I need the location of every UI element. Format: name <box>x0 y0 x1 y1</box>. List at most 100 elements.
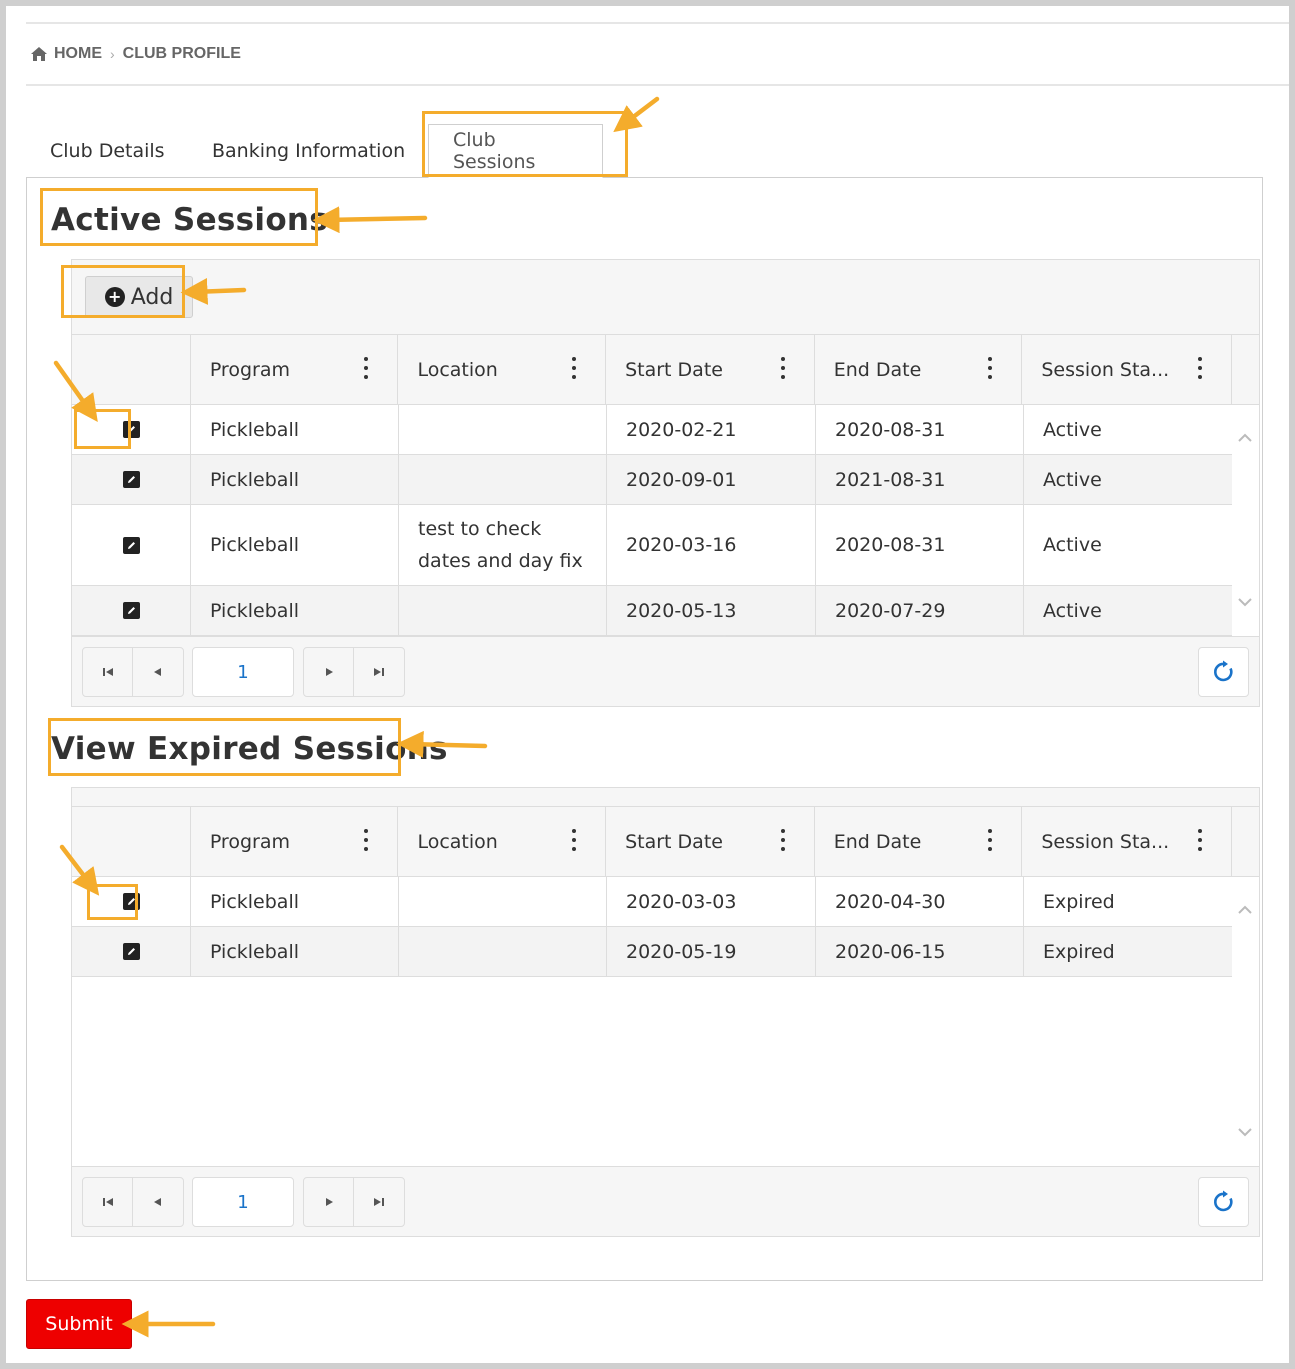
first-page-icon <box>102 1198 113 1206</box>
next-page-button[interactable] <box>304 648 354 696</box>
add-session-button[interactable]: + Add <box>85 276 193 318</box>
kebab-icon[interactable] <box>780 357 786 379</box>
header-program[interactable]: Program <box>191 335 399 404</box>
pager: 1 <box>72 636 1259 706</box>
kebab-icon[interactable] <box>571 357 577 379</box>
cell-start-date: 2020-03-16 <box>607 505 816 585</box>
kebab-icon[interactable] <box>987 829 993 851</box>
tab-banking-information[interactable]: Banking Information <box>188 124 429 178</box>
edit-icon[interactable] <box>122 471 140 488</box>
tab-club-details[interactable]: Club Details <box>26 124 189 178</box>
first-page-button[interactable] <box>83 1178 133 1226</box>
edit-icon[interactable] <box>122 893 140 910</box>
pager-prev-group <box>82 647 184 697</box>
vertical-scrollbar[interactable] <box>1232 877 1259 1166</box>
prev-page-button[interactable] <box>133 1178 183 1226</box>
header-end-date[interactable]: End Date <box>815 335 1023 404</box>
cell-start-date: 2020-05-13 <box>607 586 816 635</box>
grid-toolbar <box>72 788 1259 807</box>
table-row[interactable]: Pickleball 2020-05-13 2020-07-29 Active <box>72 586 1234 636</box>
last-page-icon <box>374 668 384 676</box>
cell-start-date: 2020-03-03 <box>607 877 816 926</box>
refresh-button[interactable] <box>1198 1177 1249 1227</box>
table-row[interactable]: Pickleball 2020-02-21 2020-08-31 Active <box>72 405 1234 455</box>
page-number[interactable]: 1 <box>192 647 294 697</box>
last-page-button[interactable] <box>354 648 404 696</box>
pager-next-group <box>303 1177 405 1227</box>
page: HOME › CLUB PROFILE Club Details Banking… <box>6 6 1289 1363</box>
edit-icon[interactable] <box>122 421 140 438</box>
submit-button[interactable]: Submit <box>26 1299 132 1349</box>
expired-sessions-title: View Expired Sessions <box>51 731 448 767</box>
cell-start-date: 2020-02-21 <box>607 405 816 454</box>
grid-header: Program Location Start Date End Date Ses… <box>72 335 1259 405</box>
cell-program: Pickleball <box>191 505 399 585</box>
cell-end-date: 2020-07-29 <box>816 586 1024 635</box>
next-page-button[interactable] <box>304 1178 354 1226</box>
kebab-icon[interactable] <box>363 357 369 379</box>
vertical-scrollbar[interactable] <box>1232 405 1259 636</box>
chevron-right-icon: › <box>110 46 115 62</box>
scroll-up-icon[interactable] <box>1238 903 1252 917</box>
prev-page-button[interactable] <box>133 648 183 696</box>
kebab-icon[interactable] <box>363 829 369 851</box>
kebab-icon[interactable] <box>987 357 993 379</box>
edit-icon[interactable] <box>122 602 140 619</box>
grid-body: Pickleball 2020-03-03 2020-04-30 Expired… <box>72 877 1259 1166</box>
header-session-status[interactable]: Session Sta... <box>1022 807 1233 876</box>
refresh-icon <box>1213 1190 1233 1212</box>
cell-end-date: 2021-08-31 <box>816 455 1024 504</box>
kebab-icon[interactable] <box>780 829 786 851</box>
breadcrumb: HOME › CLUB PROFILE <box>26 22 1289 86</box>
scroll-up-icon[interactable] <box>1238 431 1252 445</box>
table-row[interactable]: Pickleball 2020-03-03 2020-04-30 Expired <box>72 877 1234 927</box>
active-sessions-grid: + Add Program Location Start Date End Da… <box>71 259 1260 707</box>
breadcrumb-home[interactable]: HOME <box>54 45 102 63</box>
plus-circle-icon: + <box>104 287 125 307</box>
expired-sessions-grid: Program Location Start Date End Date Ses… <box>71 787 1260 1237</box>
last-page-button[interactable] <box>354 1178 404 1226</box>
edit-icon[interactable] <box>122 943 140 960</box>
scroll-down-icon[interactable] <box>1238 595 1252 609</box>
cell-status: Active <box>1043 418 1102 441</box>
next-page-icon <box>325 668 333 676</box>
page-number[interactable]: 1 <box>192 1177 294 1227</box>
cell-end-date: 2020-08-31 <box>816 505 1024 585</box>
refresh-button[interactable] <box>1198 647 1249 697</box>
cell-status: Expired <box>1043 890 1115 913</box>
cell-program: Pickleball <box>191 455 399 504</box>
cell-location <box>399 455 607 504</box>
header-edit-column <box>72 335 191 404</box>
header-location[interactable]: Location <box>398 807 607 876</box>
header-session-status[interactable]: Session Sta... <box>1022 335 1233 404</box>
tab-panel-club-sessions: Active Sessions + Add Program Location S… <box>26 177 1263 1281</box>
prev-page-icon <box>154 668 161 676</box>
pager-prev-group <box>82 1177 184 1227</box>
scroll-down-icon[interactable] <box>1238 1125 1252 1139</box>
kebab-icon[interactable] <box>571 829 577 851</box>
pager-next-group <box>303 647 405 697</box>
cell-status: Expired <box>1043 940 1115 963</box>
edit-icon[interactable] <box>122 536 140 554</box>
cell-end-date: 2020-06-15 <box>816 927 1024 976</box>
header-location[interactable]: Location <box>398 335 607 404</box>
table-row[interactable]: Pickleball test to check dates and day f… <box>72 505 1234 586</box>
home-icon[interactable] <box>30 46 48 62</box>
table-row[interactable]: Pickleball 2020-05-19 2020-06-15 Expired <box>72 927 1234 977</box>
table-row[interactable]: Pickleball 2020-09-01 2021-08-31 Active <box>72 455 1234 505</box>
header-edit-column <box>72 807 191 876</box>
grid-toolbar: + Add <box>72 260 1259 335</box>
cell-program: Pickleball <box>191 927 399 976</box>
header-start-date[interactable]: Start Date <box>606 335 815 404</box>
kebab-icon[interactable] <box>1197 829 1203 851</box>
tab-club-sessions[interactable]: Club Sessions <box>428 124 603 178</box>
active-sessions-title: Active Sessions <box>51 202 329 238</box>
first-page-button[interactable] <box>83 648 133 696</box>
header-start-date[interactable]: Start Date <box>606 807 815 876</box>
header-program[interactable]: Program <box>191 807 399 876</box>
cell-location <box>399 877 607 926</box>
kebab-icon[interactable] <box>1197 357 1203 379</box>
cell-end-date: 2020-04-30 <box>816 877 1024 926</box>
header-end-date[interactable]: End Date <box>815 807 1023 876</box>
cell-status: Active <box>1043 599 1102 622</box>
